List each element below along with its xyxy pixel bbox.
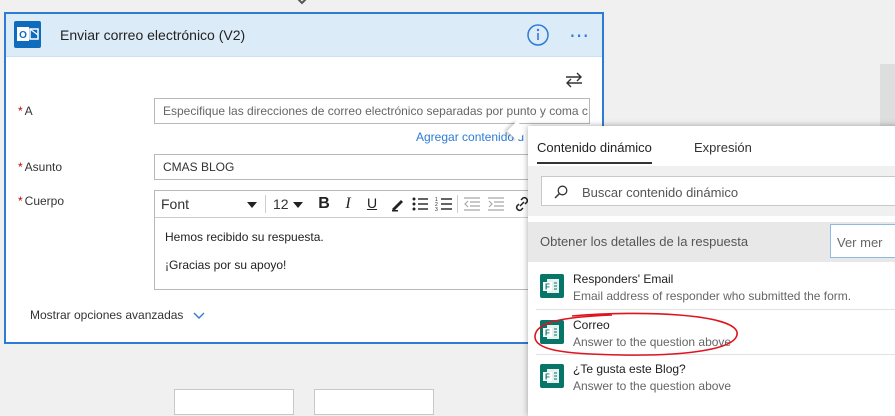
font-size-select[interactable]: 12 — [273, 196, 289, 212]
forms-icon: F — [540, 320, 564, 344]
dynamic-item-te-gusta-blog[interactable]: F ¿Te gusta este Blog? Answer to the que… — [528, 352, 895, 404]
send-email-action-card: O Enviar correo electrónico (V2) ⋯ * A Es… — [4, 12, 604, 344]
svg-text:F: F — [545, 283, 550, 292]
search-icon — [554, 185, 568, 199]
body-line-1: Hemos recibido su respuesta. — [165, 230, 324, 244]
search-placeholder: Buscar contenido dinámico — [582, 185, 739, 200]
body-label: * Cuerpo — [18, 194, 65, 208]
body-editor[interactable]: Font 12 B I U 1 2 3 Hemos recibido su re… — [154, 190, 590, 290]
panel-tabs: Contenido dinámico Expresión — [528, 126, 895, 166]
background-button-right[interactable] — [314, 389, 434, 415]
card-title: Enviar correo electrónico (V2) — [60, 27, 246, 43]
to-input[interactable]: Especifique las direcciones de correo el… — [154, 98, 590, 124]
font-chevron-down-icon[interactable] — [247, 202, 257, 208]
underline-button[interactable]: U — [363, 195, 381, 211]
more-options-icon[interactable]: ⋯ — [569, 23, 590, 48]
card-header[interactable]: O Enviar correo electrónico (V2) ⋯ — [6, 14, 602, 57]
info-icon[interactable] — [526, 23, 550, 47]
forms-icon: F — [540, 364, 564, 388]
dynamic-item-name: Responders' Email — [573, 272, 674, 286]
dynamic-item-desc: Answer to the question above — [573, 335, 732, 349]
tab-expression[interactable]: Expresión — [694, 140, 752, 155]
show-advanced-label: Mostrar opciones avanzadas — [30, 308, 184, 322]
flow-arrow-icon — [297, 0, 307, 5]
editor-toolbar: Font 12 B I U 1 2 3 — [155, 191, 589, 218]
outlook-icon: O — [14, 21, 41, 48]
subject-label: * Asunto — [18, 160, 63, 174]
toolbar-divider — [457, 195, 458, 213]
swap-icon[interactable] — [564, 72, 584, 88]
size-chevron-down-icon[interactable] — [293, 202, 303, 208]
background-button-left[interactable] — [174, 389, 294, 415]
dynamic-item-name: Correo — [573, 318, 610, 332]
search-input[interactable]: Buscar contenido dinámico — [541, 176, 895, 206]
to-label: * A — [18, 104, 33, 118]
dynamic-item-name: ¿Te gusta este Blog? — [573, 362, 686, 376]
section-header: Obtener los detalles de la respuesta Ver… — [528, 222, 895, 262]
section-title: Obtener los detalles de la respuesta — [540, 234, 749, 249]
body-line-2: ¡Gracias por su apoyo! — [165, 258, 287, 272]
search-zone: Buscar contenido dinámico — [528, 166, 895, 216]
dynamic-content-panel: Contenido dinámico Expresión Buscar cont… — [528, 126, 895, 416]
toolbar-divider — [265, 195, 266, 213]
show-advanced-options-button[interactable]: Mostrar opciones avanzadas — [30, 308, 205, 322]
svg-text:O: O — [19, 30, 27, 41]
subject-input[interactable]: CMAS BLOG — [154, 154, 590, 180]
bullet-list-icon[interactable] — [411, 196, 429, 212]
svg-text:F: F — [545, 373, 550, 382]
svg-text:3: 3 — [435, 207, 438, 212]
pen-icon[interactable] — [389, 196, 407, 212]
font-select[interactable]: Font — [161, 196, 189, 212]
italic-button[interactable]: I — [339, 195, 357, 213]
see-more-button[interactable]: Ver mer — [830, 224, 895, 258]
editor-content[interactable]: Hemos recibido su respuesta. ¡Gracias po… — [155, 218, 589, 272]
svg-text:F: F — [545, 329, 550, 338]
dynamic-item-desc: Answer to the question above — [573, 379, 732, 393]
dynamic-item-desc: Email address of responder who submitted… — [573, 289, 852, 303]
numbered-list-icon[interactable]: 1 2 3 — [435, 196, 453, 212]
forms-icon: F — [540, 274, 564, 298]
outdent-icon[interactable] — [463, 196, 481, 212]
indent-icon[interactable] — [487, 196, 505, 212]
tab-dynamic-content[interactable]: Contenido dinámico — [537, 140, 652, 164]
dynamic-item-responders-email[interactable]: F Responders' Email Email address of res… — [528, 262, 895, 314]
chevron-down-icon — [193, 312, 205, 319]
bold-button[interactable]: B — [315, 195, 333, 213]
